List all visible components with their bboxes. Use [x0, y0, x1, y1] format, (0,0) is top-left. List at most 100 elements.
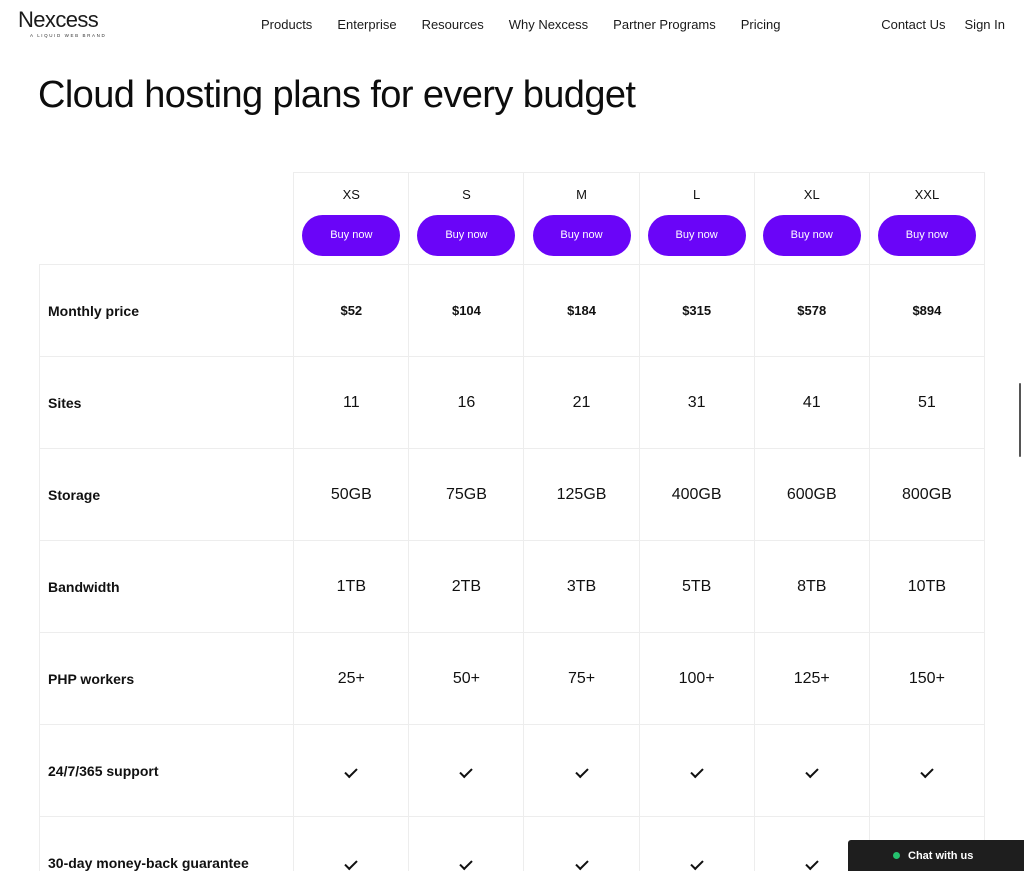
table-cell [638, 724, 755, 817]
plan-column-header: XS Buy now [293, 172, 410, 265]
table-cell: 75GB [408, 448, 525, 541]
nav-pricing[interactable]: Pricing [741, 17, 781, 32]
table-cell: $104 [408, 264, 525, 357]
table-cell: $315 [638, 264, 755, 357]
row-label: Monthly price [38, 264, 295, 357]
plan-column-header: L Buy now [638, 172, 755, 265]
checkmark-icon [344, 764, 359, 778]
chat-button[interactable]: Chat with us [848, 840, 1024, 871]
table-cell: 41 [753, 356, 870, 449]
row-label: Bandwidth [38, 540, 295, 633]
checkmark-icon [805, 764, 819, 778]
table-row-money-back: 30-day money-back guarantee [38, 816, 986, 871]
buy-now-button[interactable]: Buy now [647, 215, 746, 256]
buy-now-button[interactable]: Buy now [532, 215, 631, 256]
online-status-icon [893, 852, 900, 859]
checkmark-icon [689, 764, 704, 778]
logo-tagline: A LIQUID WEB BRAND [30, 33, 107, 38]
table-row-monthly-price: Monthly price $52 $104 $184 $315 $578 $8… [38, 264, 986, 357]
table-cell: 600GB [753, 448, 870, 541]
table-cell: 50GB [293, 448, 410, 541]
row-label: Storage [38, 448, 295, 541]
table-cell: 10TB [868, 540, 986, 633]
table-cell: $894 [868, 264, 986, 357]
table-cell [408, 724, 525, 817]
table-cell: 400GB [638, 448, 755, 541]
utility-nav: Contact Us Sign In [862, 17, 1005, 32]
nexcess-logo[interactable]: Nexcess A LIQUID WEB BRAND [18, 7, 107, 39]
logo-name: Nexcess [18, 7, 99, 32]
table-cell: 31 [638, 356, 755, 449]
page-title: Cloud hosting plans for every budget [38, 74, 636, 116]
row-label: Sites [38, 356, 295, 449]
row-label: 30-day money-back guarantee [38, 816, 295, 871]
table-cell: 125+ [753, 632, 870, 725]
table-cell: 11 [293, 356, 410, 449]
sign-in-link[interactable]: Sign In [965, 17, 1005, 32]
table-cell [293, 724, 410, 817]
nav-enterprise[interactable]: Enterprise [337, 17, 396, 32]
checkmark-icon [689, 856, 704, 870]
table-cell [523, 724, 640, 817]
plan-column-header: S Buy now [408, 172, 525, 265]
chat-label: Chat with us [908, 849, 974, 862]
table-row-storage: Storage 50GB 75GB 125GB 400GB 600GB 800G… [38, 448, 986, 541]
table-cell: 75+ [523, 632, 640, 725]
nav-why-nexcess[interactable]: Why Nexcess [509, 17, 588, 32]
row-label: PHP workers [38, 632, 295, 725]
table-cell: 800GB [868, 448, 986, 541]
contact-us-link[interactable]: Contact Us [881, 17, 945, 32]
table-cell: 50+ [408, 632, 525, 725]
nav-resources[interactable]: Resources [422, 17, 484, 32]
table-row-support: 24/7/365 support [38, 724, 986, 817]
table-cell: 25+ [293, 632, 410, 725]
table-cell [753, 724, 870, 817]
table-cell: 100+ [638, 632, 755, 725]
table-cell: 125GB [523, 448, 640, 541]
plan-name: XS [342, 187, 360, 202]
checkmark-icon [344, 856, 359, 870]
table-cell: 3TB [523, 540, 640, 633]
table-cell: $52 [293, 264, 410, 357]
table-cell [868, 724, 986, 817]
table-cell [293, 816, 410, 871]
checkmark-icon [459, 764, 474, 778]
buy-now-button[interactable]: Buy now [417, 215, 516, 256]
plan-column-header: XXL Buy now [868, 172, 986, 265]
buy-now-button[interactable]: Buy now [762, 215, 861, 256]
buy-now-button[interactable]: Buy now [302, 215, 401, 256]
table-cell [523, 816, 640, 871]
plan-column-header: M Buy now [523, 172, 640, 265]
table-cell: 21 [523, 356, 640, 449]
plan-name: XXL [914, 187, 940, 202]
main-nav: Products Enterprise Resources Why Nexces… [261, 17, 806, 32]
plan-column-header: XL Buy now [753, 172, 870, 265]
table-cell: 8TB [753, 540, 870, 633]
checkmark-icon [805, 856, 819, 870]
table-corner [39, 172, 294, 265]
top-navigation: Nexcess A LIQUID WEB BRAND Products Ente… [0, 0, 1024, 50]
plan-name: XL [803, 187, 820, 202]
table-cell: $578 [753, 264, 870, 357]
pricing-table: XS Buy now S Buy now M Buy now L Buy now… [38, 172, 986, 871]
plan-name: S [462, 187, 471, 202]
buy-now-button[interactable]: Buy now [877, 215, 976, 256]
table-cell: 51 [868, 356, 986, 449]
checkmark-icon [920, 764, 934, 778]
scrollbar-thumb[interactable] [1019, 383, 1021, 457]
row-label: 24/7/365 support [38, 724, 295, 817]
table-cell: $184 [523, 264, 640, 357]
checkmark-icon [574, 764, 589, 778]
nav-products[interactable]: Products [261, 17, 312, 32]
table-cell: 16 [408, 356, 525, 449]
table-cell [638, 816, 755, 871]
table-cell [408, 816, 525, 871]
table-row-php-workers: PHP workers 25+ 50+ 75+ 100+ 125+ 150+ [38, 632, 986, 725]
table-row-sites: Sites 11 16 21 31 41 51 [38, 356, 986, 449]
plan-header-row: XS Buy now S Buy now M Buy now L Buy now… [39, 172, 986, 265]
table-cell: 2TB [408, 540, 525, 633]
nav-partner-programs[interactable]: Partner Programs [613, 17, 716, 32]
checkmark-icon [574, 856, 589, 870]
table-row-bandwidth: Bandwidth 1TB 2TB 3TB 5TB 8TB 10TB [38, 540, 986, 633]
plan-name: M [576, 187, 587, 202]
